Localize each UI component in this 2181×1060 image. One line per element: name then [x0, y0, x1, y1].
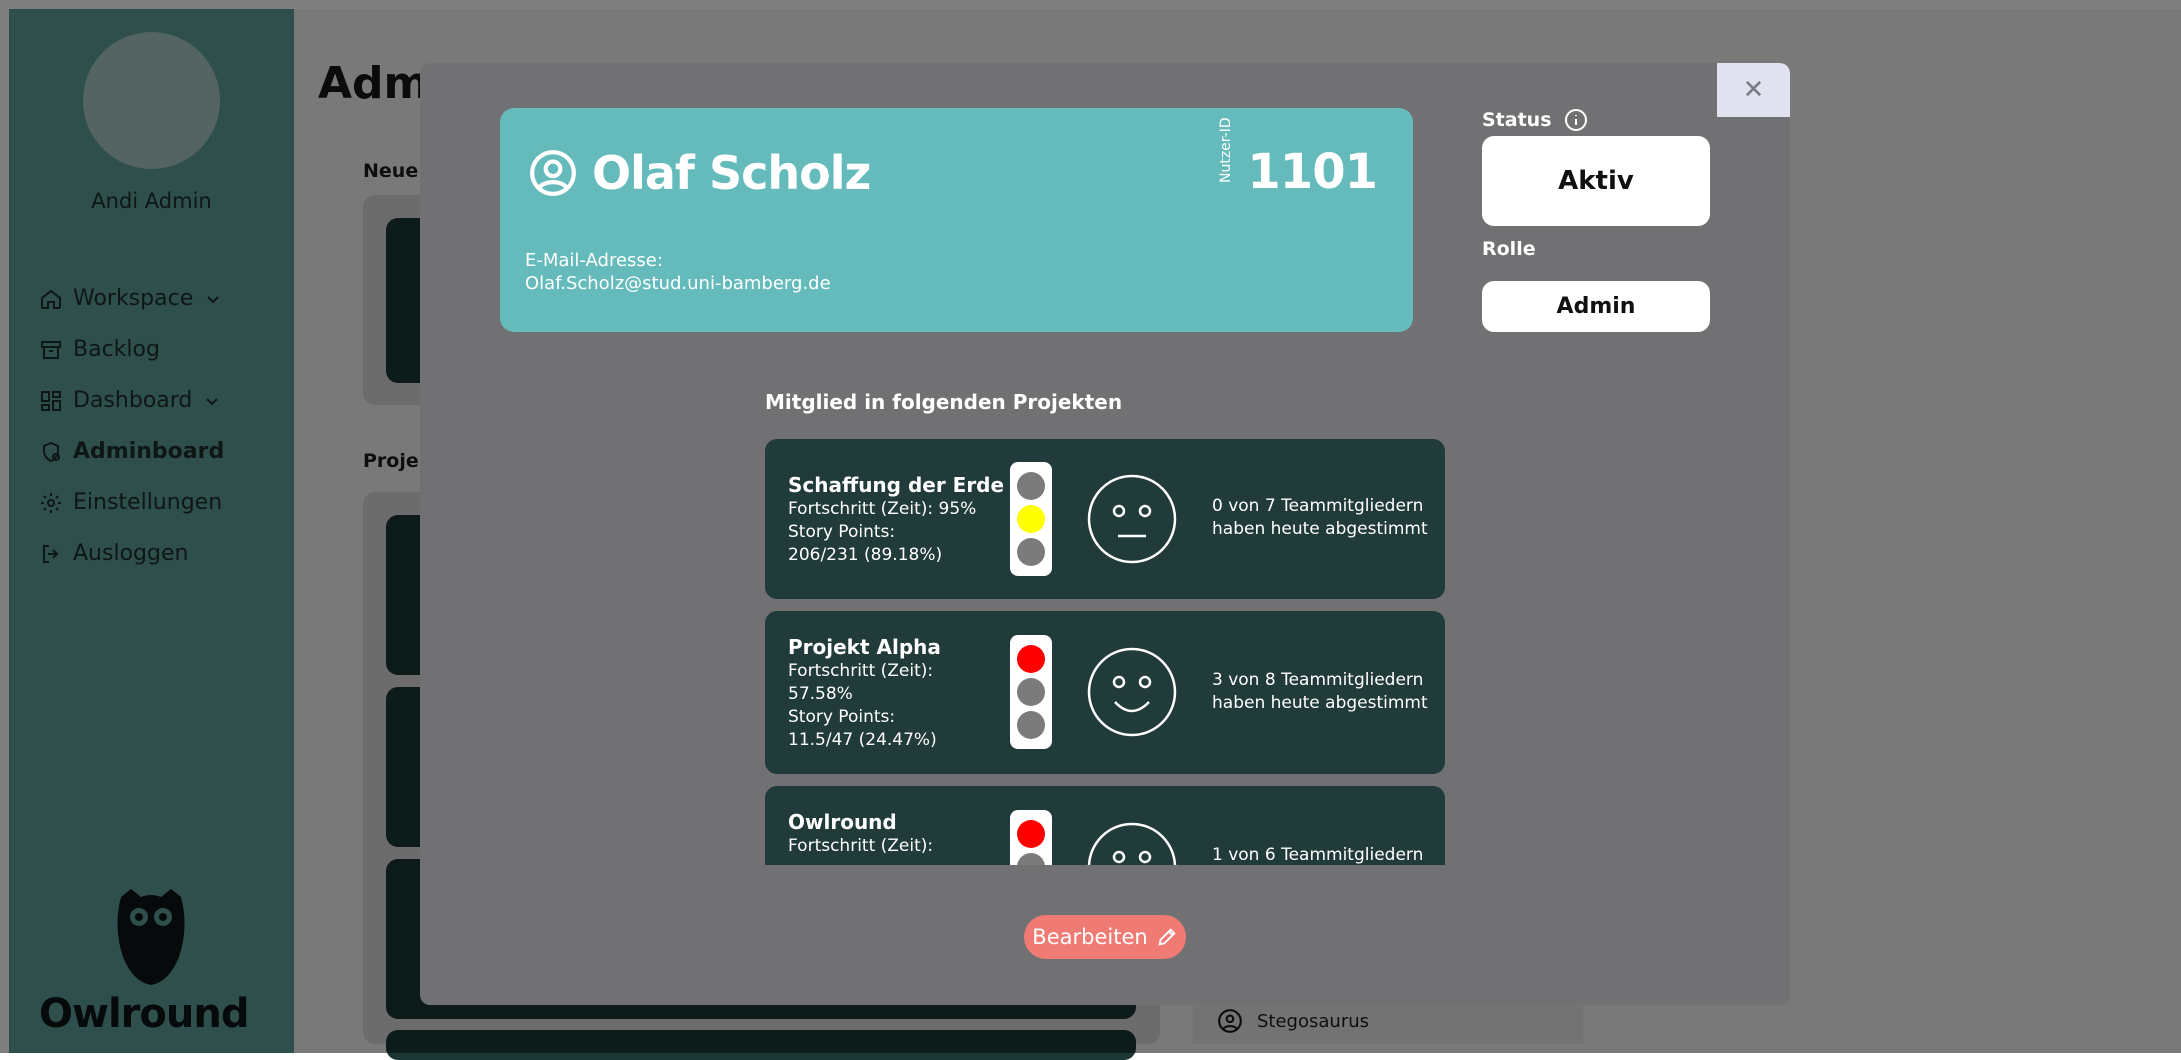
project-card[interactable]: Projekt Alpha Fortschritt (Zeit): 57.58%… [765, 611, 1445, 774]
projects-title: Mitglied in folgenden Projekten [765, 390, 1123, 414]
happy-face-icon [1087, 822, 1177, 865]
traffic-light [1010, 635, 1052, 749]
role-select[interactable]: Admin [1482, 281, 1710, 332]
edit-button[interactable]: Bearbeiten [1024, 915, 1186, 959]
votes-text: 1 von 6 Teammitgliedern [1212, 845, 1424, 865]
project-progress: Fortschritt (Zeit): [788, 661, 934, 681]
edit-button-label: Bearbeiten [1032, 925, 1148, 949]
email-value: Olaf.Scholz@stud.uni-bamberg.de [525, 273, 831, 294]
project-card[interactable]: Schaffung der Erde Fortschritt (Zeit): 9… [765, 439, 1445, 599]
status-label-text: Status [1482, 109, 1552, 131]
traffic-light-green [1017, 711, 1045, 739]
traffic-light-yellow [1017, 505, 1045, 533]
status-toggle[interactable]: Aktiv [1482, 136, 1710, 226]
neutral-face-icon [1087, 474, 1177, 564]
project-story-points-label: Story Points: [788, 707, 896, 727]
project-progress: Fortschritt (Zeit): 95% [788, 499, 977, 519]
traffic-light-green [1017, 538, 1045, 566]
project-progress-value: 57.58% [788, 684, 853, 704]
traffic-light-red [1017, 820, 1045, 848]
email-label: E-Mail-Adresse: [525, 250, 663, 271]
project-story-points: 206/231 (89.18%) [788, 545, 943, 565]
role-label: Rolle [1482, 238, 1536, 260]
user-circle-icon [530, 150, 576, 196]
traffic-light-red [1017, 472, 1045, 500]
project-story-points: 11.5/47 (24.47%) [788, 730, 937, 750]
pencil-icon [1158, 928, 1176, 946]
project-name: Projekt Alpha [788, 635, 941, 659]
happy-face-icon [1087, 647, 1177, 737]
project-card[interactable]: Owlround Fortschritt (Zeit): 1 von 6 Tea… [765, 786, 1445, 865]
close-icon: ✕ [1742, 75, 1765, 105]
close-button[interactable]: ✕ [1717, 63, 1790, 117]
project-progress: Fortschritt (Zeit): [788, 836, 934, 856]
project-name: Owlround [788, 810, 897, 834]
traffic-light [1010, 462, 1052, 576]
user-id: 1101 [1247, 144, 1378, 200]
votes-text: 0 von 7 Teammitgliedern haben heute abge… [1212, 496, 1428, 539]
user-id-label: Nutzer-ID [1218, 117, 1234, 183]
traffic-light-yellow [1017, 678, 1045, 706]
project-name: Schaffung der Erde [788, 473, 1005, 497]
project-story-points-label: Story Points: [788, 522, 896, 542]
traffic-light-red [1017, 645, 1045, 673]
user-name: Olaf Scholz [592, 146, 871, 200]
status-label: Status [1482, 108, 1588, 132]
info-icon[interactable] [1564, 108, 1588, 132]
traffic-light [1010, 810, 1052, 865]
user-detail-modal: ✕ Olaf Scholz Nutzer-ID 1101 E-Mail-Adre… [420, 63, 1790, 1005]
traffic-light-yellow [1017, 853, 1045, 865]
votes-text: 3 von 8 Teammitgliedern haben heute abge… [1212, 670, 1428, 713]
projects-list[interactable]: Schaffung der Erde Fortschritt (Zeit): 9… [765, 439, 1445, 865]
user-card: Olaf Scholz Nutzer-ID 1101 E-Mail-Adress… [500, 108, 1413, 332]
